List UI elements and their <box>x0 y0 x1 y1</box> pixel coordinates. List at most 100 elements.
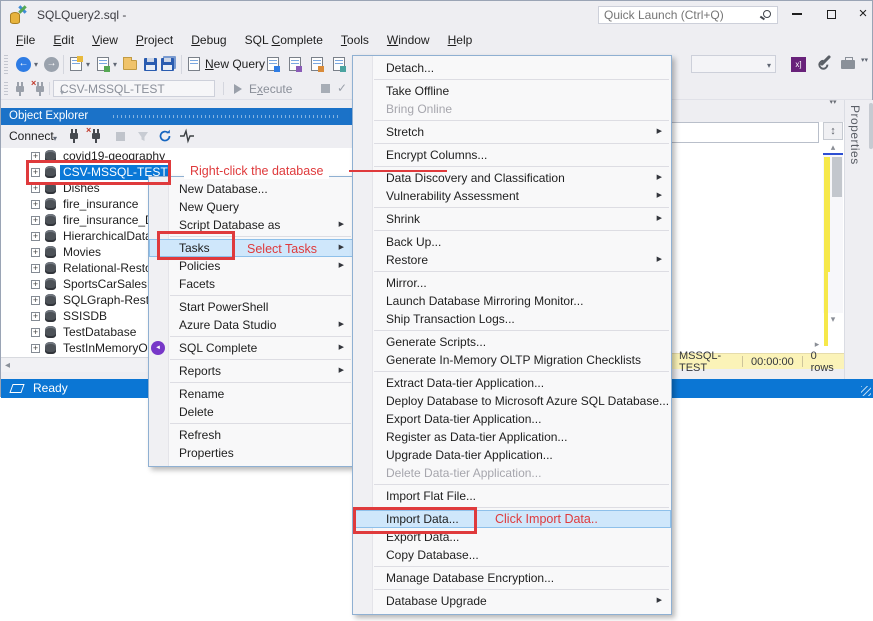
add-item-icon[interactable] <box>97 57 109 71</box>
navigate-forward-icon[interactable]: → <box>44 57 59 72</box>
menu-item-generate-scripts[interactable]: Generate Scripts... <box>353 333 671 351</box>
menu-item-encrypt-columns[interactable]: Encrypt Columns... <box>353 146 671 164</box>
menu-item-copy-database[interactable]: Copy Database... <box>353 546 671 564</box>
menu-item-refresh[interactable]: Refresh <box>149 426 353 444</box>
scroll-down-icon[interactable]: ▾ <box>823 314 843 325</box>
menu-item-export-data-tier-application[interactable]: Export Data-tier Application... <box>353 410 671 428</box>
change-connection-icon[interactable] <box>13 81 27 97</box>
menu-item-import-flat-file[interactable]: Import Flat File... <box>353 487 671 505</box>
collapse-chevrons-icon[interactable]: ▾▾ <box>825 100 841 106</box>
save-icon[interactable] <box>144 58 157 71</box>
disconnect-plug-icon[interactable]: × <box>89 128 105 144</box>
menu-item-facets[interactable]: Facets <box>149 275 353 293</box>
menu-project[interactable]: Project <box>127 29 182 51</box>
menu-item-manage-database-encryption[interactable]: Manage Database Encryption... <box>353 569 671 587</box>
new-query-icon[interactable] <box>188 57 200 71</box>
toolbar-grip[interactable] <box>4 55 8 74</box>
menu-item-deploy-database-to-microsoft-azure-sql-database[interactable]: Deploy Database to Microsoft Azure SQL D… <box>353 392 671 410</box>
menu-item-register-as-data-tier-application[interactable]: Register as Data-tier Application... <box>353 428 671 446</box>
splitter-icon[interactable]: ↕ <box>823 122 843 140</box>
menu-item-take-offline[interactable]: Take Offline <box>353 82 671 100</box>
expand-icon[interactable]: + <box>31 344 40 353</box>
menu-help[interactable]: Help <box>439 29 482 51</box>
expand-icon[interactable]: + <box>31 200 40 209</box>
menu-item-generate-in-memory-oltp-migration-checklists[interactable]: Generate In-Memory OLTP Migration Checkl… <box>353 351 671 369</box>
available-databases-combo[interactable]: CSV-MSSQL-TEST ▾ <box>53 80 215 97</box>
menu-item-back-up[interactable]: Back Up... <box>353 233 671 251</box>
back-dropdown-caret-icon[interactable]: ▾ <box>34 60 38 69</box>
toolbar-grip[interactable] <box>4 82 8 95</box>
dmx-query-icon[interactable] <box>311 57 323 71</box>
toolbar-overflow-icon[interactable]: ▾▾ <box>861 57 868 64</box>
menu-item-shrink[interactable]: Shrink▶ <box>353 210 671 228</box>
execute-play-icon[interactable] <box>234 84 242 94</box>
expand-icon[interactable]: + <box>31 312 40 321</box>
vs-logo-icon[interactable]: x] <box>791 57 806 72</box>
menu-item-restore[interactable]: Restore▶ <box>353 251 671 269</box>
scroll-left-icon[interactable]: ◂ <box>5 360 10 371</box>
menu-item-rename[interactable]: Rename <box>149 385 353 403</box>
menu-item-sql-complete[interactable]: ◄SQL Complete▶ <box>149 339 353 357</box>
expand-icon[interactable]: + <box>31 280 40 289</box>
menu-item-delete[interactable]: Delete <box>149 403 353 421</box>
menu-item-azure-data-studio[interactable]: Azure Data Studio▶ <box>149 316 353 334</box>
execute-button[interactable]: Execute <box>249 78 292 100</box>
menu-item-vulnerability-assessment[interactable]: Vulnerability Assessment▶ <box>353 187 671 205</box>
menu-item-start-powershell[interactable]: Start PowerShell <box>149 298 353 316</box>
menu-item-extract-data-tier-application[interactable]: Extract Data-tier Application... <box>353 374 671 392</box>
save-all-icon[interactable] <box>161 58 174 71</box>
maximize-button[interactable] <box>818 5 844 25</box>
connect-caret-icon[interactable]: ▾ <box>53 134 57 143</box>
menu-edit[interactable]: Edit <box>44 29 83 51</box>
menu-item-properties[interactable]: Properties <box>149 444 353 462</box>
menu-item-upgrade-data-tier-application[interactable]: Upgrade Data-tier Application... <box>353 446 671 464</box>
add-item-caret-icon[interactable]: ▾ <box>113 60 117 69</box>
menu-window[interactable]: Window <box>378 29 439 51</box>
mdx-query-icon[interactable] <box>289 57 301 71</box>
scroll-right-icon[interactable]: ▸ <box>807 339 827 350</box>
menu-item-mirror[interactable]: Mirror... <box>353 274 671 292</box>
quick-launch-input[interactable] <box>604 7 749 23</box>
resize-grip[interactable] <box>861 386 871 396</box>
menu-item-database-upgrade[interactable]: Database Upgrade▶ <box>353 592 671 610</box>
new-query-button[interactable]: New Query <box>205 51 265 78</box>
tab-properties[interactable]: Properties <box>848 105 862 165</box>
activity-monitor-icon[interactable] <box>179 128 195 144</box>
menu-file[interactable]: File <box>7 29 44 51</box>
stop-icon[interactable] <box>113 128 129 144</box>
object-explorer-header[interactable]: Object Explorer <box>1 108 353 125</box>
menu-item-new-database[interactable]: New Database... <box>149 180 353 198</box>
menu-debug[interactable]: Debug <box>182 29 235 51</box>
toolbar-combo[interactable]: ▾ <box>691 55 776 73</box>
menu-item-new-query[interactable]: New Query <box>149 198 353 216</box>
right-scrollbar-thumb[interactable] <box>869 103 873 149</box>
menu-sql-complete[interactable]: SQL Complete <box>236 29 332 51</box>
menu-view[interactable]: View <box>83 29 127 51</box>
expand-icon[interactable]: + <box>31 248 40 257</box>
menu-item-launch-database-mirroring-monitor[interactable]: Launch Database Mirroring Monitor... <box>353 292 671 310</box>
close-button[interactable]: × <box>850 5 873 25</box>
parse-check-icon[interactable]: ✓ <box>337 81 347 95</box>
new-project-caret-icon[interactable]: ▾ <box>86 60 90 69</box>
database-engine-query-icon[interactable] <box>267 57 279 71</box>
menu-item-ship-transaction-logs[interactable]: Ship Transaction Logs... <box>353 310 671 328</box>
scroll-up-icon[interactable]: ▴ <box>823 142 843 153</box>
connect-plug-icon[interactable] <box>67 128 83 144</box>
stop-icon[interactable] <box>321 84 330 93</box>
wrench-icon[interactable] <box>820 55 831 66</box>
menu-item-delete-data-tier-application[interactable]: Delete Data-tier Application... <box>353 464 671 482</box>
connect-button[interactable]: Connect <box>9 125 54 148</box>
menu-item-bring-online[interactable]: Bring Online <box>353 100 671 118</box>
toolbox-icon[interactable] <box>841 60 855 69</box>
navigate-back-icon[interactable]: ← <box>16 57 31 72</box>
minimize-button[interactable] <box>784 5 810 25</box>
open-file-icon[interactable] <box>123 60 137 70</box>
filter-icon[interactable] <box>135 128 151 144</box>
title-bar[interactable]: SQLQuery2.sql - × <box>1 1 872 29</box>
expand-icon[interactable]: + <box>31 328 40 337</box>
expand-icon[interactable]: + <box>31 232 40 241</box>
quick-launch-box[interactable] <box>598 6 778 24</box>
refresh-icon[interactable] <box>157 128 173 144</box>
new-project-icon[interactable] <box>70 57 82 71</box>
menu-item-stretch[interactable]: Stretch▶ <box>353 123 671 141</box>
